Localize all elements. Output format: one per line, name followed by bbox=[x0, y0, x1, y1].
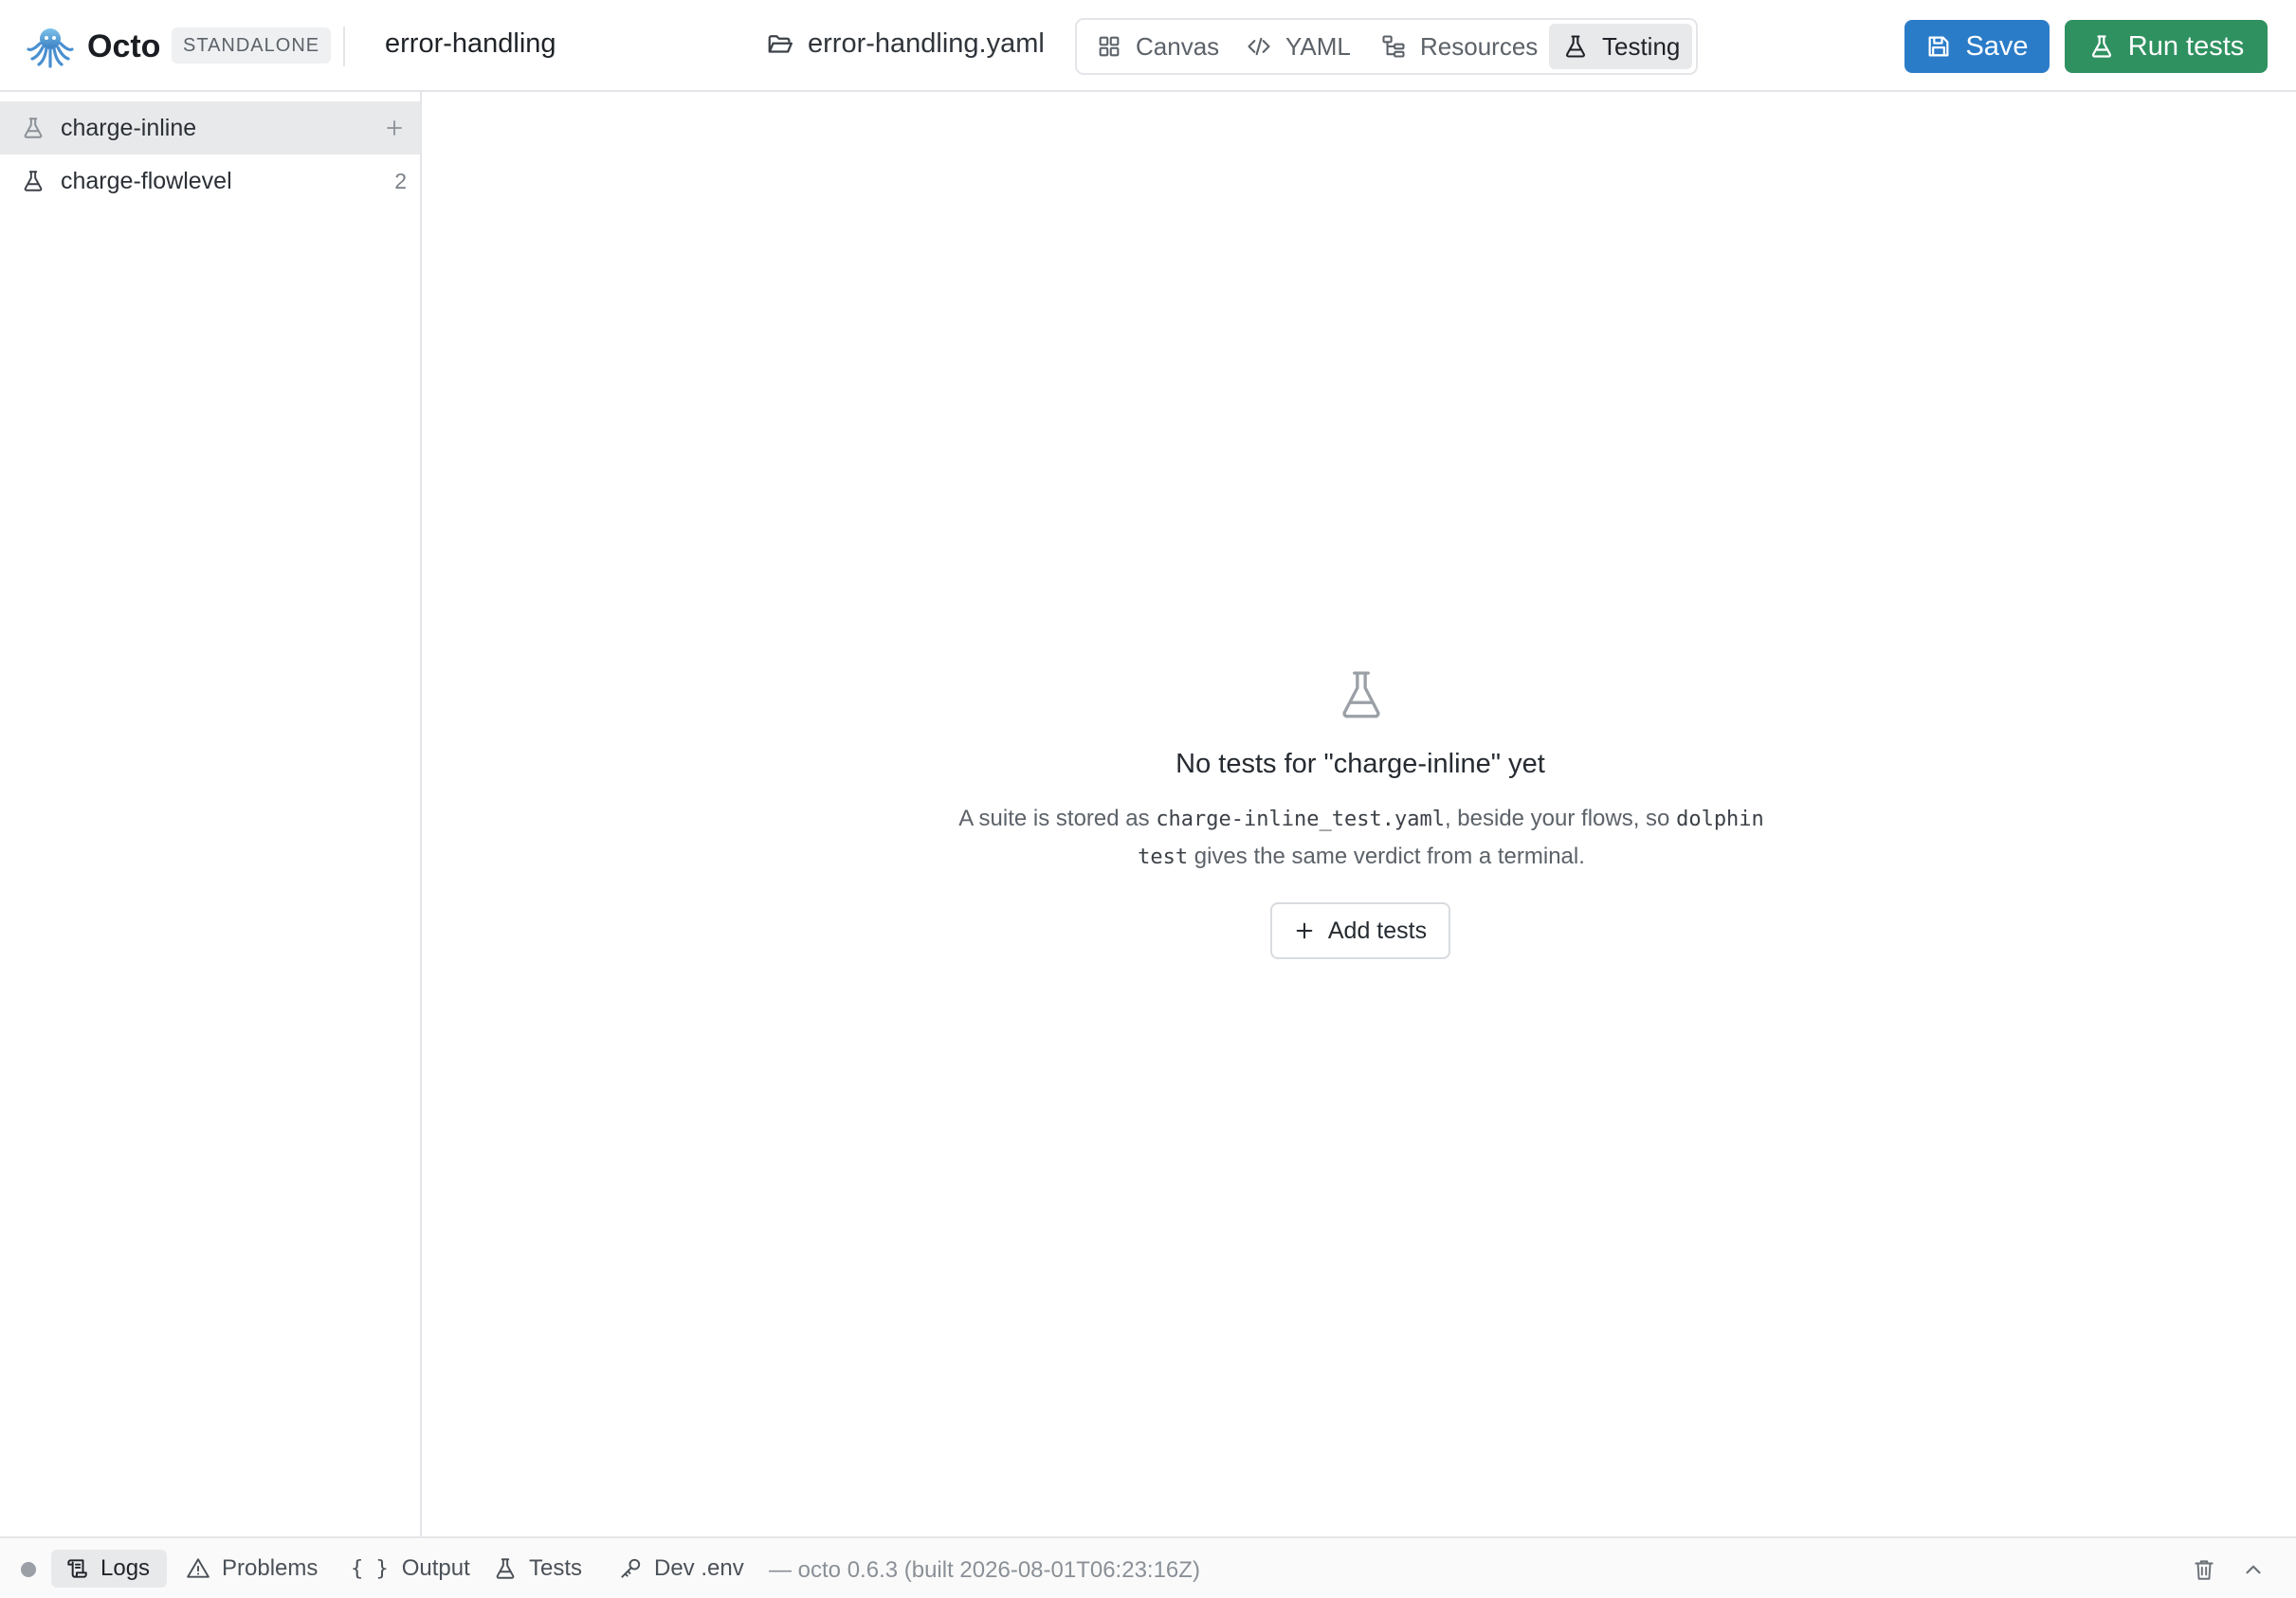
flask-icon bbox=[1342, 671, 1380, 718]
tab-yaml[interactable]: YAML bbox=[1246, 24, 1359, 69]
add-tests-label: Add tests bbox=[1327, 917, 1428, 944]
empty-state-title: No tests for "charge-inline" yet bbox=[1175, 749, 1545, 779]
panel-tab-label: Logs bbox=[100, 1555, 151, 1581]
plus-icon bbox=[1296, 922, 1313, 939]
resources-icon bbox=[1382, 35, 1405, 58]
panel-tab-problems[interactable]: Problems bbox=[186, 1550, 318, 1588]
suite-name: charge-inline bbox=[61, 114, 197, 141]
panel-tab-label: Output bbox=[401, 1555, 470, 1581]
panel-tab-logs[interactable]: Logs bbox=[51, 1550, 167, 1588]
suite-item-charge-flowlevel[interactable]: charge-flowlevel 2 bbox=[0, 154, 420, 208]
version-info: — octo 0.6.3 (built 2026-08-01T06:23:16Z… bbox=[769, 1557, 1200, 1583]
connection-status-dot bbox=[21, 1562, 36, 1577]
flask-icon bbox=[24, 118, 43, 138]
file-indicator[interactable]: error-handling.yaml bbox=[766, 28, 1045, 60]
tab-canvas-label: Canvas bbox=[1136, 31, 1220, 61]
desc-suffix: gives the same verdict from a terminal. bbox=[1188, 844, 1585, 869]
scroll-icon bbox=[67, 1559, 87, 1578]
plus-icon[interactable] bbox=[383, 117, 406, 139]
grid-icon bbox=[1099, 36, 1120, 57]
panel-tab-label: Tests bbox=[529, 1555, 583, 1581]
flask-icon bbox=[24, 171, 43, 191]
top-bar: Octo STANDALONE error-handling error-han… bbox=[0, 0, 2296, 92]
tab-yaml-label: YAML bbox=[1285, 31, 1351, 61]
panel-tab-label: Dev .env bbox=[654, 1555, 744, 1581]
warning-icon bbox=[187, 1558, 210, 1578]
tab-resources[interactable]: Resources bbox=[1380, 24, 1541, 69]
panel-tab-label: Problems bbox=[222, 1555, 319, 1581]
save-label: Save bbox=[1965, 30, 2029, 62]
save-icon bbox=[1928, 36, 1949, 57]
desc-middle: , beside your flows, so bbox=[1444, 806, 1677, 831]
add-tests-button[interactable]: Add tests bbox=[1270, 902, 1450, 959]
flow-title: error-handling bbox=[385, 28, 556, 59]
suite-name: charge-flowlevel bbox=[61, 167, 232, 194]
key-icon bbox=[621, 1558, 641, 1578]
desc-prefix: A suite is stored as bbox=[958, 806, 1157, 831]
chevron-up-icon[interactable] bbox=[2241, 1557, 2266, 1582]
folder-open-icon bbox=[768, 34, 793, 53]
trash-icon[interactable] bbox=[2192, 1557, 2216, 1582]
run-tests-label: Run tests bbox=[2127, 30, 2245, 62]
status-bar: Logs Problems { } Output Tests Dev .env … bbox=[0, 1536, 2296, 1598]
code-icon bbox=[1248, 37, 1270, 56]
octopus-logo-icon bbox=[27, 28, 74, 68]
flask-icon bbox=[1565, 35, 1586, 58]
tab-testing[interactable]: Testing bbox=[1549, 24, 1692, 69]
brand[interactable]: Octo bbox=[27, 25, 160, 68]
tab-resources-label: Resources bbox=[1420, 31, 1539, 61]
tab-canvas[interactable]: Canvas bbox=[1096, 24, 1229, 69]
empty-state-description: A suite is stored as charge-inline_test.… bbox=[929, 800, 1794, 876]
panel-tab-tests[interactable]: Tests bbox=[493, 1550, 582, 1588]
run-tests-button[interactable]: Run tests bbox=[2065, 20, 2268, 73]
app-window: Octo STANDALONE error-handling error-han… bbox=[0, 0, 2296, 1598]
panel-tab-output[interactable]: { } Output bbox=[351, 1550, 470, 1588]
braces-icon: { } bbox=[351, 1556, 389, 1581]
file-name: error-handling.yaml bbox=[808, 28, 1045, 59]
flask-icon bbox=[2091, 35, 2111, 58]
tab-testing-label: Testing bbox=[1602, 31, 1681, 61]
header-divider bbox=[343, 27, 345, 66]
suite-file-name: charge-inline_test.yaml bbox=[1156, 808, 1445, 831]
suite-test-count: 2 bbox=[394, 168, 407, 193]
save-button[interactable]: Save bbox=[1904, 20, 2050, 73]
app-name: Octo bbox=[87, 27, 161, 64]
view-tabs: Canvas YAML Resources Testing bbox=[1075, 18, 1698, 75]
suite-sidebar: charge-inline charge-flowlevel 2 bbox=[0, 92, 422, 1536]
suite-item-charge-inline[interactable]: charge-inline bbox=[0, 101, 420, 154]
panel-tab-dev-env[interactable]: Dev .env bbox=[618, 1550, 744, 1588]
mode-badge: STANDALONE bbox=[172, 27, 332, 64]
flask-icon bbox=[496, 1558, 515, 1579]
